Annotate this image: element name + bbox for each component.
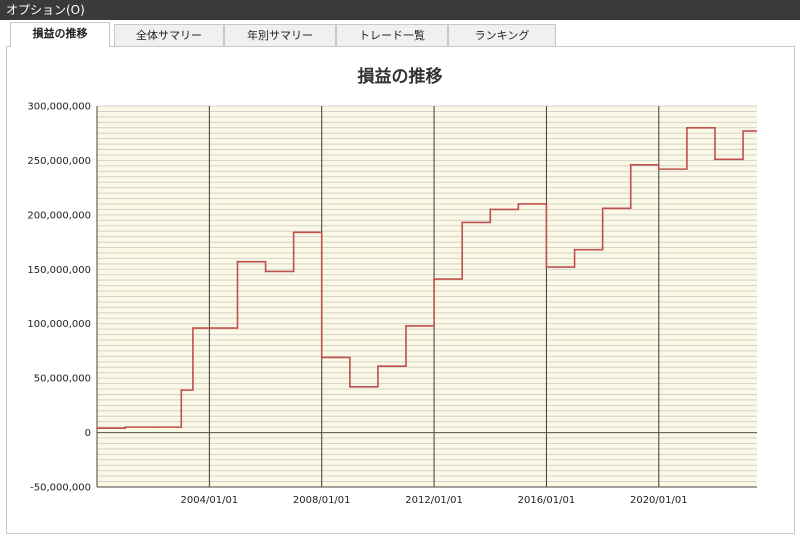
- y-tick-label: 100,000,000: [27, 319, 91, 330]
- data-point: [714, 158, 716, 161]
- tab-profit-trend[interactable]: 損益の推移: [10, 22, 110, 47]
- data-point: [517, 203, 520, 205]
- data-point: [377, 365, 379, 367]
- x-tick-label: 2016/01/01: [518, 495, 576, 506]
- data-point: [96, 427, 98, 430]
- data-point: [629, 163, 632, 166]
- data-point: [573, 248, 576, 251]
- data-point: [320, 356, 323, 359]
- data-point: [742, 130, 744, 132]
- data-point: [545, 266, 548, 268]
- x-tick-label: 2012/01/01: [405, 495, 463, 506]
- data-point: [292, 231, 295, 234]
- data-point: [657, 168, 660, 170]
- data-point: [489, 208, 492, 211]
- y-tick-label: 200,000,000: [27, 210, 91, 221]
- data-point: [192, 327, 194, 329]
- data-point: [236, 260, 239, 263]
- data-point: [349, 386, 351, 388]
- data-point: [124, 426, 126, 428]
- x-tick-label: 2008/01/01: [293, 495, 351, 506]
- y-tick-label: -50,000,000: [30, 483, 91, 494]
- y-tick-label: 250,000,000: [27, 156, 91, 167]
- data-point: [461, 221, 464, 224]
- y-tick-label: 0: [85, 428, 91, 439]
- data-point: [180, 389, 183, 391]
- profit-trend-chart: 300,000,000 250,000,000 200,000,000 150,000…: [27, 102, 757, 506]
- data-point: [405, 325, 407, 327]
- data-point: [433, 278, 435, 280]
- data-point: [152, 426, 155, 428]
- y-tick-label: 150,000,000: [27, 265, 91, 276]
- x-tick-label: 2004/01/01: [181, 495, 239, 506]
- data-point: [601, 207, 604, 210]
- y-tick-label: 50,000,000: [34, 374, 91, 385]
- x-tick-label: 2020/01/01: [630, 495, 688, 506]
- data-point: [264, 270, 267, 273]
- data-point: [686, 126, 688, 129]
- y-tick-label: 300,000,000: [27, 102, 91, 113]
